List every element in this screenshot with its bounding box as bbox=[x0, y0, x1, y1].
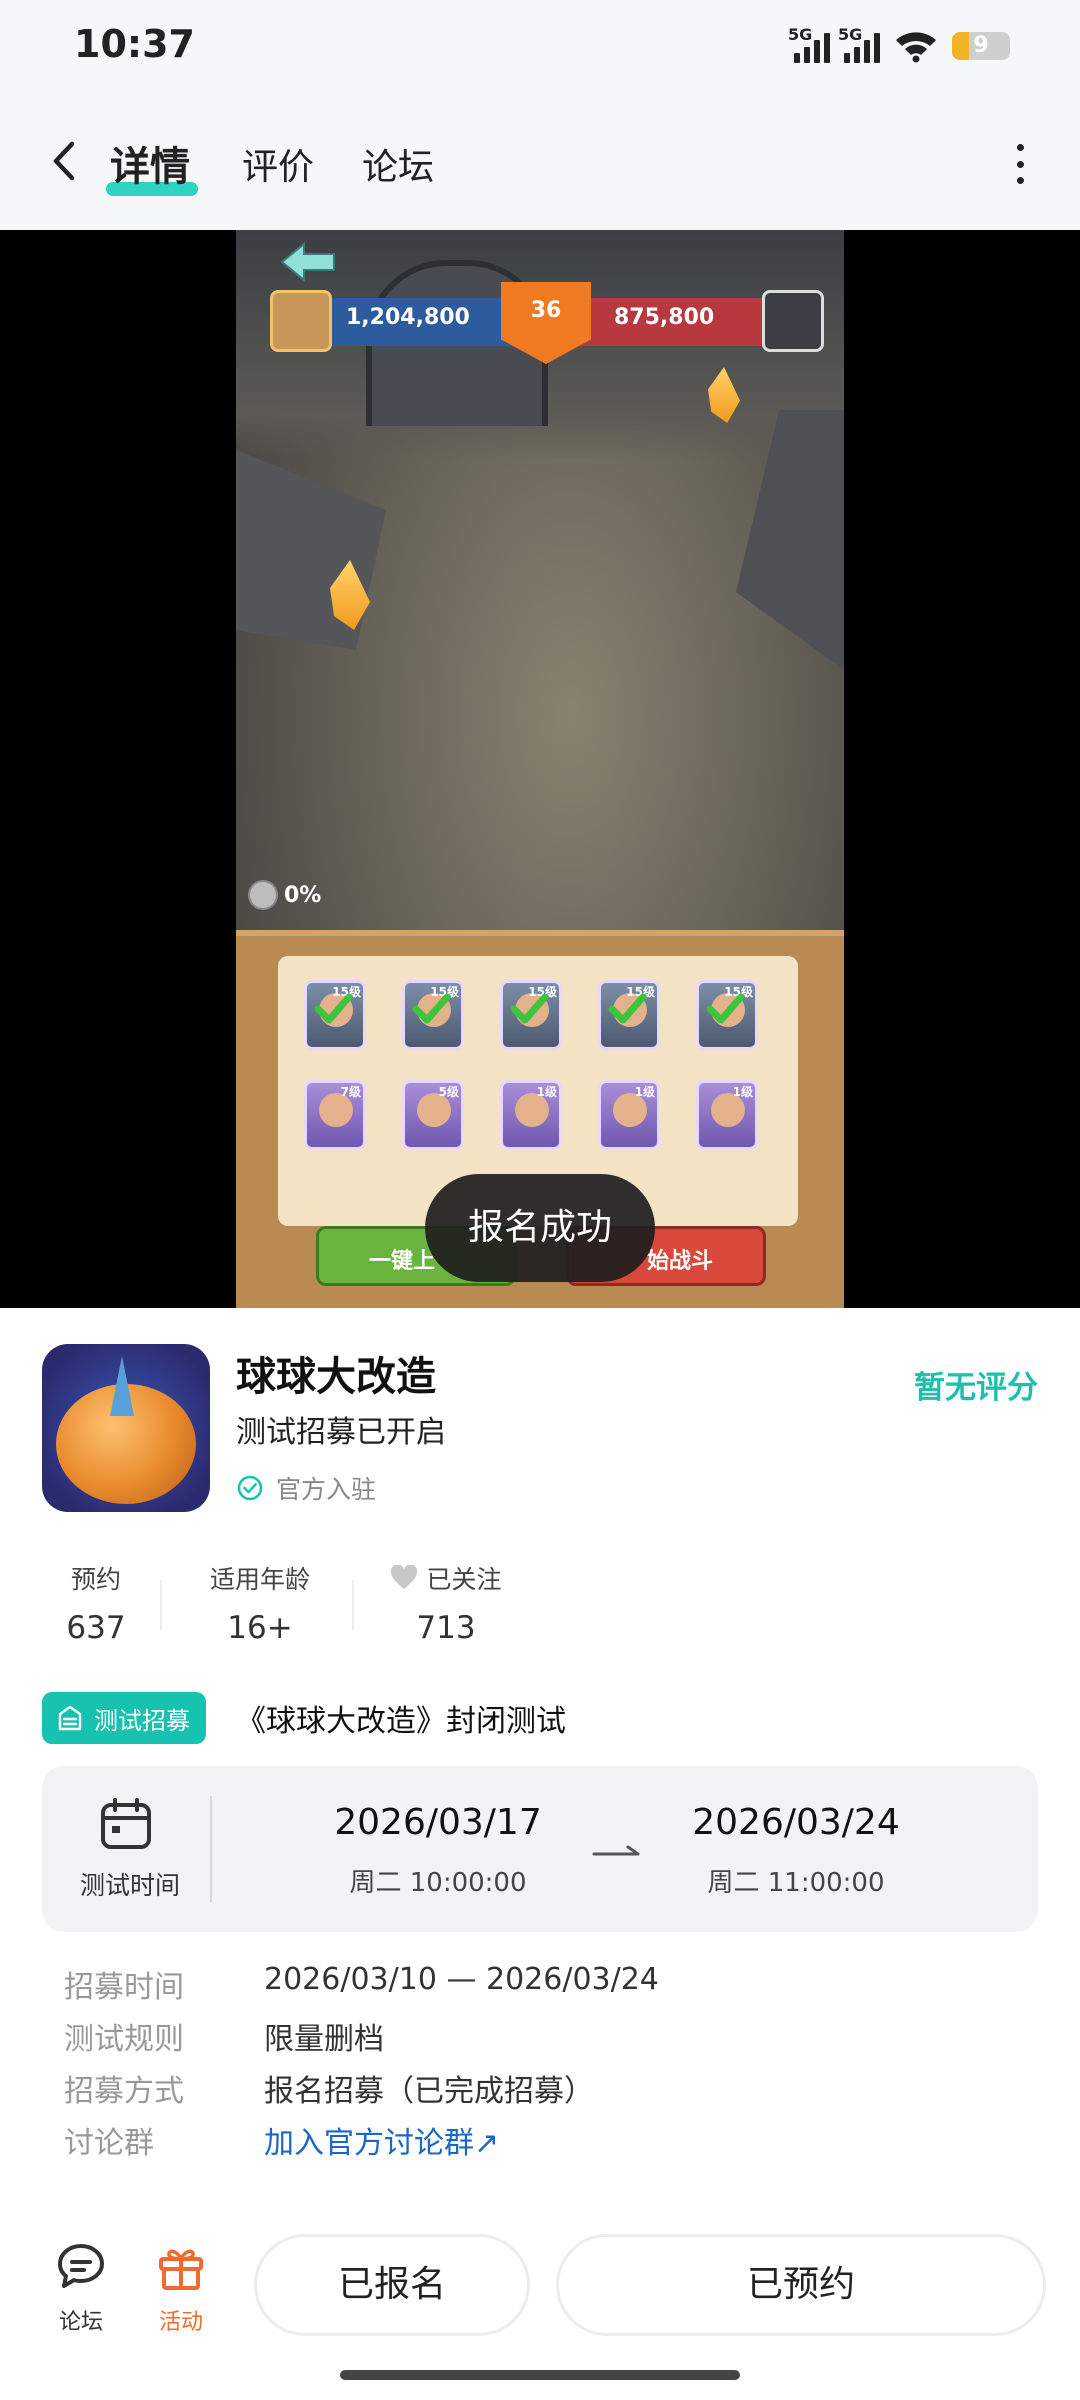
registered-button[interactable]: 已报名 bbox=[254, 2234, 530, 2336]
checkmark-icon bbox=[412, 993, 451, 1024]
info-key: 招募时间 bbox=[64, 1970, 184, 2005]
hero-card: 15级 bbox=[696, 980, 758, 1050]
test-badge-icon bbox=[58, 1705, 82, 1731]
hero-card-level: 5级 bbox=[438, 1085, 459, 1099]
battery-level: 9 bbox=[973, 33, 989, 58]
stat-age: 适用年龄 16+ bbox=[180, 1560, 340, 1646]
stat-value: 713 bbox=[416, 1610, 476, 1646]
checkmark-icon bbox=[510, 993, 549, 1024]
signal-label: 5G bbox=[788, 25, 813, 44]
official-label: 官方入驻 bbox=[276, 1475, 377, 1504]
stat-value: 637 bbox=[66, 1610, 126, 1646]
progress-indicator: 0% bbox=[248, 880, 321, 910]
forum-icon bbox=[58, 2244, 104, 2288]
stat-label: 已关注 bbox=[426, 1565, 502, 1594]
status-time: 10:37 bbox=[74, 22, 195, 66]
signal-label: 5G bbox=[838, 25, 863, 44]
hero-card: 1级 bbox=[696, 1080, 758, 1150]
info-value: 2026/03/10 — 2026/03/24 bbox=[264, 1962, 659, 1997]
reserved-button[interactable]: 已预约 bbox=[556, 2234, 1046, 2336]
stat-value: 16+ bbox=[227, 1610, 293, 1646]
more-icon[interactable] bbox=[1010, 144, 1030, 184]
status-icons: 5G 5G 9 bbox=[788, 25, 1010, 66]
nav-forum[interactable]: 论坛 bbox=[36, 2240, 126, 2336]
wifi-icon bbox=[896, 32, 936, 63]
game-subtitle: 测试招募已开启 bbox=[236, 1415, 446, 1450]
info-value: 限量删档 bbox=[264, 2022, 384, 2057]
tab-details[interactable]: 详情 bbox=[110, 134, 190, 192]
checkmark-icon bbox=[706, 993, 745, 1024]
rating-text[interactable]: 暂无评分 bbox=[914, 1362, 1038, 1407]
signal-icon: 5G bbox=[788, 25, 830, 63]
stat-label: 预约 bbox=[70, 1565, 121, 1594]
stat-followers[interactable]: 已关注 713 bbox=[366, 1560, 526, 1646]
hero-card: 15级 bbox=[500, 980, 562, 1050]
status-bar: 10:37 5G 5G 9 bbox=[0, 0, 1080, 96]
signal-icon: 5G bbox=[838, 25, 880, 63]
hero-card: 1级 bbox=[598, 1080, 660, 1150]
toast-message: 报名成功 bbox=[425, 1174, 655, 1282]
opponent-score: 875,800 bbox=[614, 305, 715, 330]
hero-card-level: 1级 bbox=[732, 1085, 753, 1099]
test-time-label: 测试时间 bbox=[79, 1871, 180, 1900]
tab-reviews[interactable]: 评价 bbox=[242, 138, 314, 190]
join-group-link[interactable]: 加入官方讨论群↗ bbox=[264, 2118, 499, 2162]
checkmark-icon bbox=[314, 993, 353, 1024]
home-indicator[interactable] bbox=[340, 2370, 740, 2380]
start-time: 周二 10:00:00 bbox=[349, 1868, 527, 1898]
gift-icon bbox=[159, 2249, 203, 2290]
hero-card: 15级 bbox=[598, 980, 660, 1050]
test-title: 《球球大改造》封闭测试 bbox=[236, 1704, 566, 1739]
heart-icon bbox=[391, 1565, 418, 1589]
nav-activity-label: 活动 bbox=[158, 2310, 203, 2335]
test-recruit-tag: 测试招募 bbox=[42, 1692, 206, 1744]
battle-level: 36 bbox=[530, 298, 562, 323]
nav-activity[interactable]: 活动 bbox=[136, 2240, 226, 2336]
hero-card-level: 1级 bbox=[536, 1085, 557, 1099]
hero-card: 7级 bbox=[304, 1080, 366, 1150]
stat-label: 适用年龄 bbox=[209, 1565, 310, 1594]
progress-text: 0% bbox=[284, 882, 322, 908]
stat-reservations: 预约 637 bbox=[16, 1560, 176, 1646]
game-screenshot: 1,204,800 36 875,800 0% 15级 15级 15级 15级 15级 7… bbox=[236, 230, 844, 1308]
battery-icon: 9 bbox=[952, 32, 1010, 60]
info-value: 报名招募（已完成招募） bbox=[264, 2074, 594, 2109]
coin-icon bbox=[248, 880, 278, 910]
video-player[interactable]: 1,204,800 36 875,800 0% 15级 15级 15级 15级 15级 7… bbox=[0, 230, 1080, 1308]
level-shield-icon bbox=[501, 282, 591, 364]
info-key: 讨论群 bbox=[64, 2126, 154, 2161]
nav-forum-label: 论坛 bbox=[58, 2310, 103, 2335]
player-score: 1,204,800 bbox=[346, 305, 470, 330]
app-icon bbox=[42, 1344, 210, 1512]
end-time: 周二 11:00:00 bbox=[707, 1868, 885, 1898]
test-time-card: 测试时间 2026/03/17 周二 10:00:00 2026/03/24 周… bbox=[42, 1766, 1038, 1932]
header: 详情 评价 论坛 bbox=[0, 96, 1080, 230]
hero-card: 15级 bbox=[304, 980, 366, 1050]
hero-card-level: 7级 bbox=[340, 1085, 361, 1099]
checkmark-icon bbox=[608, 993, 647, 1024]
game-back-arrow-icon bbox=[280, 241, 335, 283]
game-title: 球球大改造 bbox=[236, 1354, 436, 1400]
end-date: 2026/03/24 bbox=[692, 1802, 900, 1843]
back-arrow-icon[interactable] bbox=[42, 136, 92, 186]
start-date: 2026/03/17 bbox=[334, 1802, 542, 1843]
verified-check-icon bbox=[237, 1475, 263, 1501]
hero-card: 15级 bbox=[402, 980, 464, 1050]
opponent-avatar bbox=[762, 290, 824, 352]
player-avatar bbox=[270, 290, 332, 352]
info-key: 测试规则 bbox=[64, 2022, 184, 2057]
hero-card-level: 1级 bbox=[634, 1085, 655, 1099]
tab-forum[interactable]: 论坛 bbox=[362, 138, 434, 190]
hero-card: 1级 bbox=[500, 1080, 562, 1150]
info-key: 招募方式 bbox=[64, 2074, 184, 2109]
hero-card: 5级 bbox=[402, 1080, 464, 1150]
official-badge: 官方入驻 bbox=[236, 1470, 376, 1506]
arrow-right-icon bbox=[592, 1845, 640, 1856]
calendar-icon bbox=[101, 1798, 151, 1849]
tag-label: 测试招募 bbox=[94, 1706, 190, 1735]
battle-hud: 1,204,800 36 875,800 bbox=[270, 282, 824, 364]
